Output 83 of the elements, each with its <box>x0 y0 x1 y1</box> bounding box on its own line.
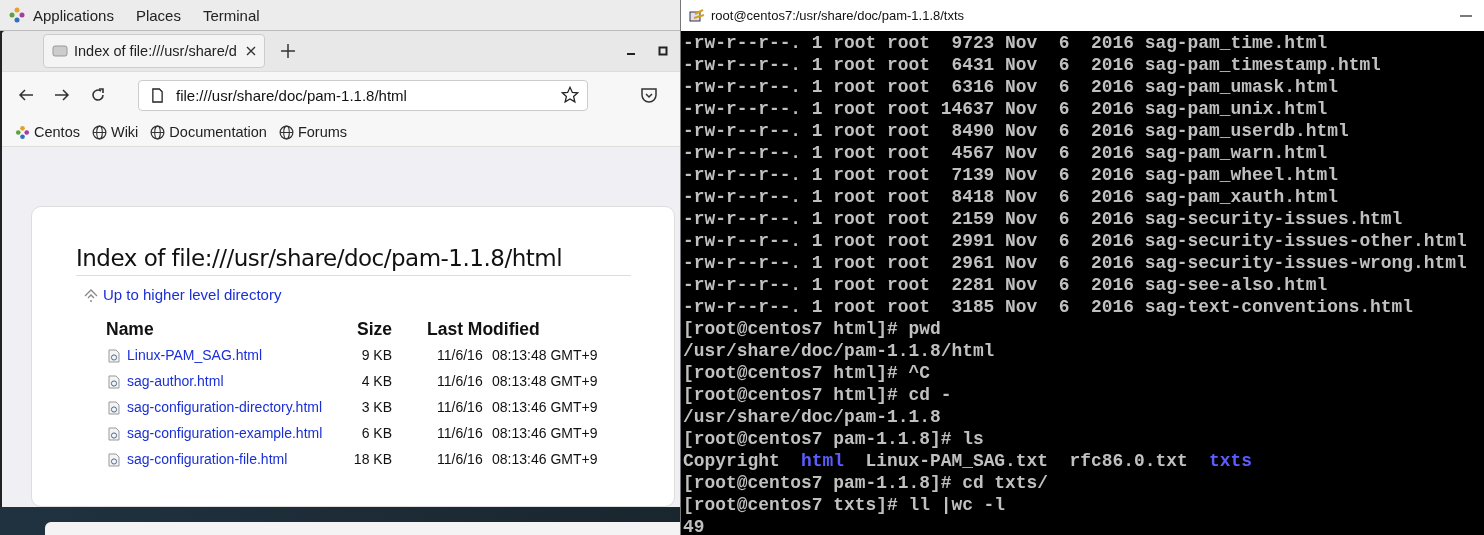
file-link[interactable]: sag-configuration-file.html <box>127 451 288 468</box>
terminal-line: -rw-r--r--. 1 root root 6431 Nov 6 2016 sag-pam_timestamp.html <box>683 55 1381 75</box>
terminal-line: /usr/share/doc/pam-1.1.8/html <box>683 341 995 361</box>
file-name: Copyright <box>683 450 780 472</box>
file-date: 11/6/16 <box>437 373 484 390</box>
bookmark-link[interactable]: Wiki <box>91 124 139 140</box>
file-size: 3 KB <box>360 399 392 416</box>
file-time: 08:13:46 GMT+9 <box>492 425 598 442</box>
file-size: 18 KB <box>352 451 392 468</box>
file-icon <box>108 374 120 389</box>
globe-icon <box>91 124 107 140</box>
column-header: Name <box>106 321 155 338</box>
reload-icon[interactable] <box>90 87 106 103</box>
file-time: 08:13:46 GMT+9 <box>492 451 598 468</box>
file-link[interactable]: Linux-PAM_SAG.html <box>127 347 263 364</box>
file-date: 11/6/16 <box>437 399 484 416</box>
file-time: 08:13:46 GMT+9 <box>492 399 598 416</box>
flower-logo-icon <box>9 7 25 23</box>
file-icon <box>108 452 120 467</box>
globe-icon <box>278 124 294 140</box>
top-menu[interactable]: Terminal <box>202 6 260 24</box>
file-icon <box>108 400 120 415</box>
terminal-line: [root@centos7 pam-1.1.8]# ls <box>683 429 984 449</box>
page-icon <box>151 87 164 103</box>
file-time: 08:13:48 GMT+9 <box>492 373 598 390</box>
terminal-line: -rw-r--r--. 1 root root 2991 Nov 6 2016 sag-security-issues-other.html <box>683 231 1467 251</box>
bookmark-link[interactable]: Forums <box>278 124 348 140</box>
file-date: 11/6/16 <box>437 347 484 364</box>
globe-icon <box>150 124 166 140</box>
directory-name: html <box>801 450 845 472</box>
file-date: 11/6/16 <box>437 425 484 442</box>
file-link[interactable]: sag-configuration-example.html <box>127 425 323 442</box>
page-icon <box>52 43 68 59</box>
terminal-app-icon <box>689 7 705 24</box>
bookmark-link[interactable]: Documentation <box>150 124 267 140</box>
terminal-line: [root@centos7 html]# pwd <box>683 319 941 339</box>
pocket-icon[interactable] <box>640 86 658 104</box>
terminal-line: [root@centos7 html]# ^C <box>683 363 930 383</box>
flower-logo-icon <box>15 124 30 140</box>
terminal-line: -rw-r--r--. 1 root root 8490 Nov 6 2016 sag-pam_userdb.html <box>683 121 1349 141</box>
back-icon[interactable] <box>18 87 34 103</box>
terminal-line: [root@centos7 pam-1.1.8]# cd txts/ <box>683 473 1049 493</box>
file-size: 4 KB <box>360 373 392 390</box>
top-menu[interactable]: Places <box>135 6 181 24</box>
file-icon <box>108 426 120 441</box>
file-date: 11/6/16 <box>437 451 484 468</box>
column-header: Size <box>355 321 392 338</box>
file-name: Linux-PAM_SAG.txt <box>865 450 1049 472</box>
terminal-line: -rw-r--r--. 1 root root 9723 Nov 6 2016 sag-pam_time.html <box>683 33 1328 53</box>
file-icon <box>108 348 120 363</box>
address-field[interactable]: file:///usr/share/doc/pam-1.1.8/html <box>138 79 588 111</box>
terminal-line: -rw-r--r--. 1 root root 2159 Nov 6 2016 sag-security-issues.html <box>683 209 1403 229</box>
terminal-line: -rw-r--r--. 1 root root 4567 Nov 6 2016 sag-pam_warn.html <box>683 143 1328 163</box>
file-link[interactable]: sag-author.html <box>127 373 224 390</box>
window-title: root@centos7:/usr/share/doc/pam-1.1.8/txts <box>711 8 965 23</box>
bookmark-link[interactable]: Centos <box>15 124 80 140</box>
file-size: 6 KB <box>360 425 392 442</box>
forward-icon[interactable] <box>54 87 70 103</box>
star-icon[interactable] <box>561 86 579 104</box>
top-menu[interactable]: Applications <box>33 6 114 24</box>
maximize-icon[interactable] <box>658 46 668 56</box>
file-link[interactable]: sag-configuration-directory.html <box>127 399 323 416</box>
directory-name: txts <box>1209 450 1253 472</box>
new-tab-icon[interactable] <box>281 44 295 58</box>
close-icon[interactable] <box>246 46 256 56</box>
terminal-line: -rw-r--r--. 1 root root 2281 Nov 6 2016 sag-see-also.html <box>683 275 1328 295</box>
terminal-line: /usr/share/doc/pam-1.1.8 <box>683 407 941 427</box>
terminal-line: -rw-r--r--. 1 root root 2961 Nov 6 2016 sag-security-issues-wrong.html <box>683 253 1467 273</box>
file-name: rfc86.0.txt <box>1069 450 1188 472</box>
terminal-line: -rw-r--r--. 1 root root 3185 Nov 6 2016 sag-text-conventions.html <box>683 297 1414 317</box>
terminal-line: 49 <box>683 517 705 535</box>
browser-tab[interactable]: Index of file:///usr/share/d <box>43 34 265 68</box>
file-time: 08:13:48 GMT+9 <box>492 347 598 364</box>
terminal-line: [root@centos7 txts]# ll |wc -l <box>683 495 1006 515</box>
terminal-line: -rw-r--r--. 1 root root 8418 Nov 6 2016 sag-pam_xauth.html <box>683 187 1338 207</box>
file-size: 9 KB <box>360 347 392 364</box>
parent-directory-link[interactable]: Up to higher level directory <box>103 286 282 303</box>
terminal-line: [root@centos7 html]# cd - <box>683 385 952 405</box>
terminal-line: -rw-r--r--. 1 root root 14637 Nov 6 2016 sag-pam_unix.html <box>683 99 1328 119</box>
column-header: Last Modified <box>426 321 541 338</box>
terminal-line: -rw-r--r--. 1 root root 7139 Nov 6 2016 sag-pam_wheel.html <box>683 165 1338 185</box>
terminal-line: -rw-r--r--. 1 root root 6316 Nov 6 2016 sag-pam_umask.html <box>683 77 1338 97</box>
page-heading: Index of file:///usr/share/doc/pam-1.1.8/html <box>76 245 564 271</box>
